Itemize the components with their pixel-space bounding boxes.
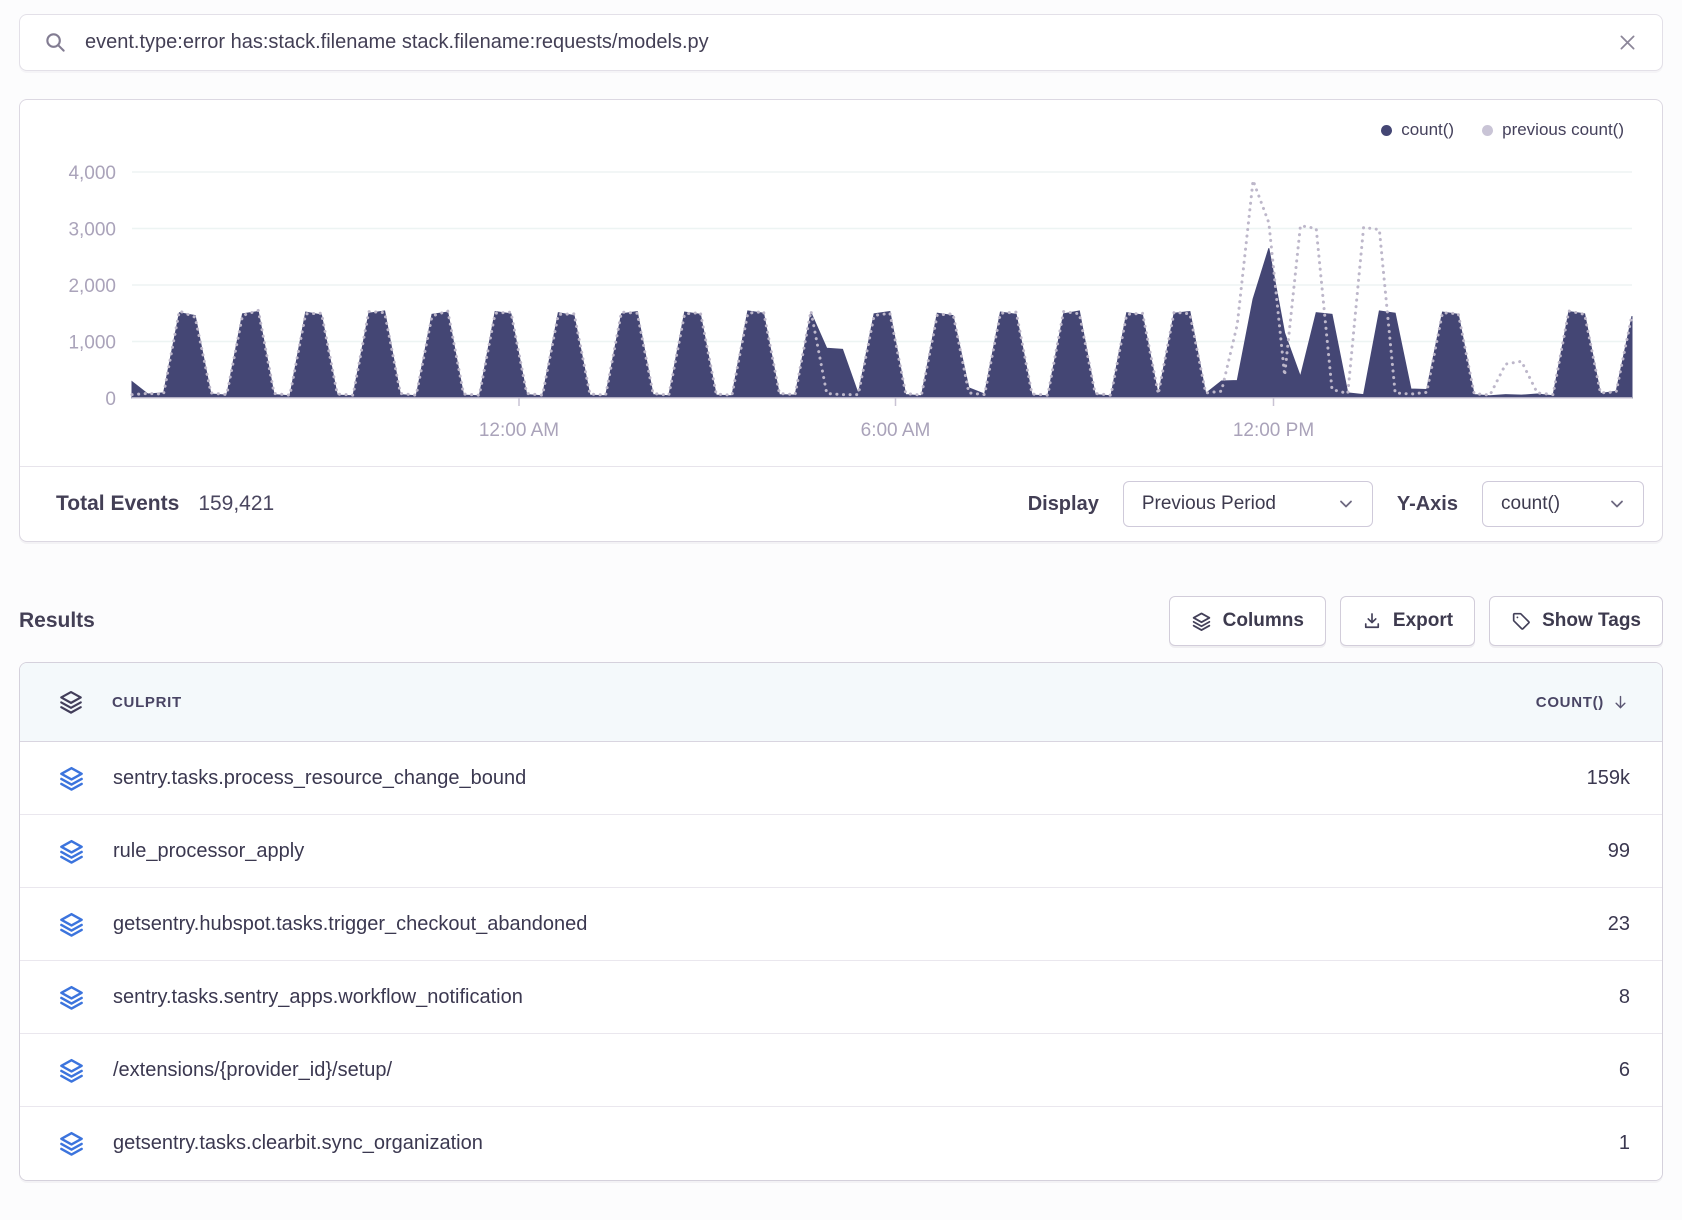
results-header: Results Columns Export Show Tags [19,596,1663,646]
legend-dot-icon [1482,125,1493,136]
culprit-cell: rule_processor_apply [113,840,304,863]
legend-label: previous count() [1502,120,1624,140]
table-row[interactable]: sentry.tasks.process_resource_change_bou… [20,742,1662,815]
display-select[interactable]: Previous Period [1123,481,1373,527]
count-cell: 99 [1608,840,1630,863]
legend-dot-icon [1381,125,1392,136]
legend-label: count() [1401,120,1454,140]
search-bar [19,14,1663,71]
download-icon [1362,611,1382,631]
legend-item[interactable]: count() [1381,120,1454,140]
column-header-count[interactable]: COUNT() [1536,693,1630,712]
culprit-cell: /extensions/{provider_id}/setup/ [113,1059,392,1082]
count-cell: 159k [1587,767,1630,790]
total-events: Total Events 159,421 [56,492,274,516]
stack-icon[interactable] [58,1130,85,1157]
table-row[interactable]: rule_processor_apply 99 [20,815,1662,888]
chart-legend: count() previous count() [1381,120,1624,140]
y-axis-select[interactable]: count() [1482,481,1644,527]
results-actions: Columns Export Show Tags [1169,596,1663,646]
stack-icon[interactable] [58,984,85,1011]
svg-text:1,000: 1,000 [68,333,116,354]
tag-icon [1511,611,1531,631]
table-row[interactable]: getsentry.hubspot.tasks.trigger_checkout… [20,888,1662,961]
svg-text:3,000: 3,000 [68,220,116,241]
count-cell: 6 [1619,1059,1630,1082]
culprit-cell: sentry.tasks.process_resource_change_bou… [113,767,526,790]
legend-item[interactable]: previous count() [1482,120,1624,140]
svg-text:4,000: 4,000 [68,163,116,184]
show-tags-button-label: Show Tags [1542,610,1641,632]
page: count() previous count() 12:00 AM 6:00 AM… [0,0,1682,1181]
culprit-cell: getsentry.tasks.clearbit.sync_organizati… [113,1132,483,1155]
show-tags-button[interactable]: Show Tags [1489,596,1663,646]
total-events-value: 159,421 [198,492,274,516]
columns-button-label: Columns [1223,610,1304,632]
count-header-label: COUNT() [1536,694,1604,711]
results-table: CULPRIT COUNT() sentry.tasks.process_res… [19,662,1663,1181]
count-cell: 1 [1619,1132,1630,1155]
display-label: Display [1028,493,1099,516]
stack-icon[interactable] [58,838,85,865]
search-icon [44,31,67,54]
stack-icon[interactable] [58,1057,85,1084]
culprit-cell: sentry.tasks.sentry_apps.workflow_notifi… [113,986,523,1009]
close-icon[interactable] [1617,32,1638,53]
columns-button[interactable]: Columns [1169,596,1326,646]
export-button[interactable]: Export [1340,596,1475,646]
y-axis-select-value: count() [1501,493,1560,515]
column-header-culprit[interactable]: CULPRIT [112,694,182,711]
count-cell: 23 [1608,913,1630,936]
table-row[interactable]: getsentry.tasks.clearbit.sync_organizati… [20,1107,1662,1180]
table-row[interactable]: /extensions/{provider_id}/setup/ 6 [20,1034,1662,1107]
stack-icon[interactable] [58,911,85,938]
sort-desc-icon [1611,693,1630,712]
layers-icon [58,689,84,715]
chart-footer: Total Events 159,421 Display Previous Pe… [20,466,1662,541]
svg-text:6:00 AM: 6:00 AM [861,420,931,441]
culprit-cell: getsentry.hubspot.tasks.trigger_checkout… [113,913,587,936]
svg-text:12:00 PM: 12:00 PM [1233,420,1314,441]
events-chart: 12:00 AM 6:00 AM 12:00 PM 0 1,000 2,000 3,000 4… [20,112,1662,460]
table-header: CULPRIT COUNT() [20,663,1662,742]
svg-text:12:00 AM: 12:00 AM [479,420,559,441]
display-select-value: Previous Period [1142,493,1276,515]
chevron-down-icon [1338,496,1354,512]
stack-icon[interactable] [58,765,85,792]
events-chart-panel: count() previous count() 12:00 AM 6:00 AM… [19,99,1663,542]
layers-icon [1191,611,1212,632]
export-button-label: Export [1393,610,1453,632]
chart-controls: Display Previous Period Y-Axis count() [1028,481,1644,527]
search-input[interactable] [83,30,1601,55]
chevron-down-icon [1609,496,1625,512]
svg-text:2,000: 2,000 [68,276,116,297]
table-body: sentry.tasks.process_resource_change_bou… [20,742,1662,1180]
total-events-label: Total Events [56,492,179,516]
results-title: Results [19,609,95,633]
count-cell: 8 [1619,986,1630,1009]
y-axis-label: Y-Axis [1397,493,1458,516]
chart-body: 12:00 AM 6:00 AM 12:00 PM 0 1,000 2,000 3,000 4… [20,100,1662,466]
svg-text:0: 0 [105,389,116,410]
table-row[interactable]: sentry.tasks.sentry_apps.workflow_notifi… [20,961,1662,1034]
